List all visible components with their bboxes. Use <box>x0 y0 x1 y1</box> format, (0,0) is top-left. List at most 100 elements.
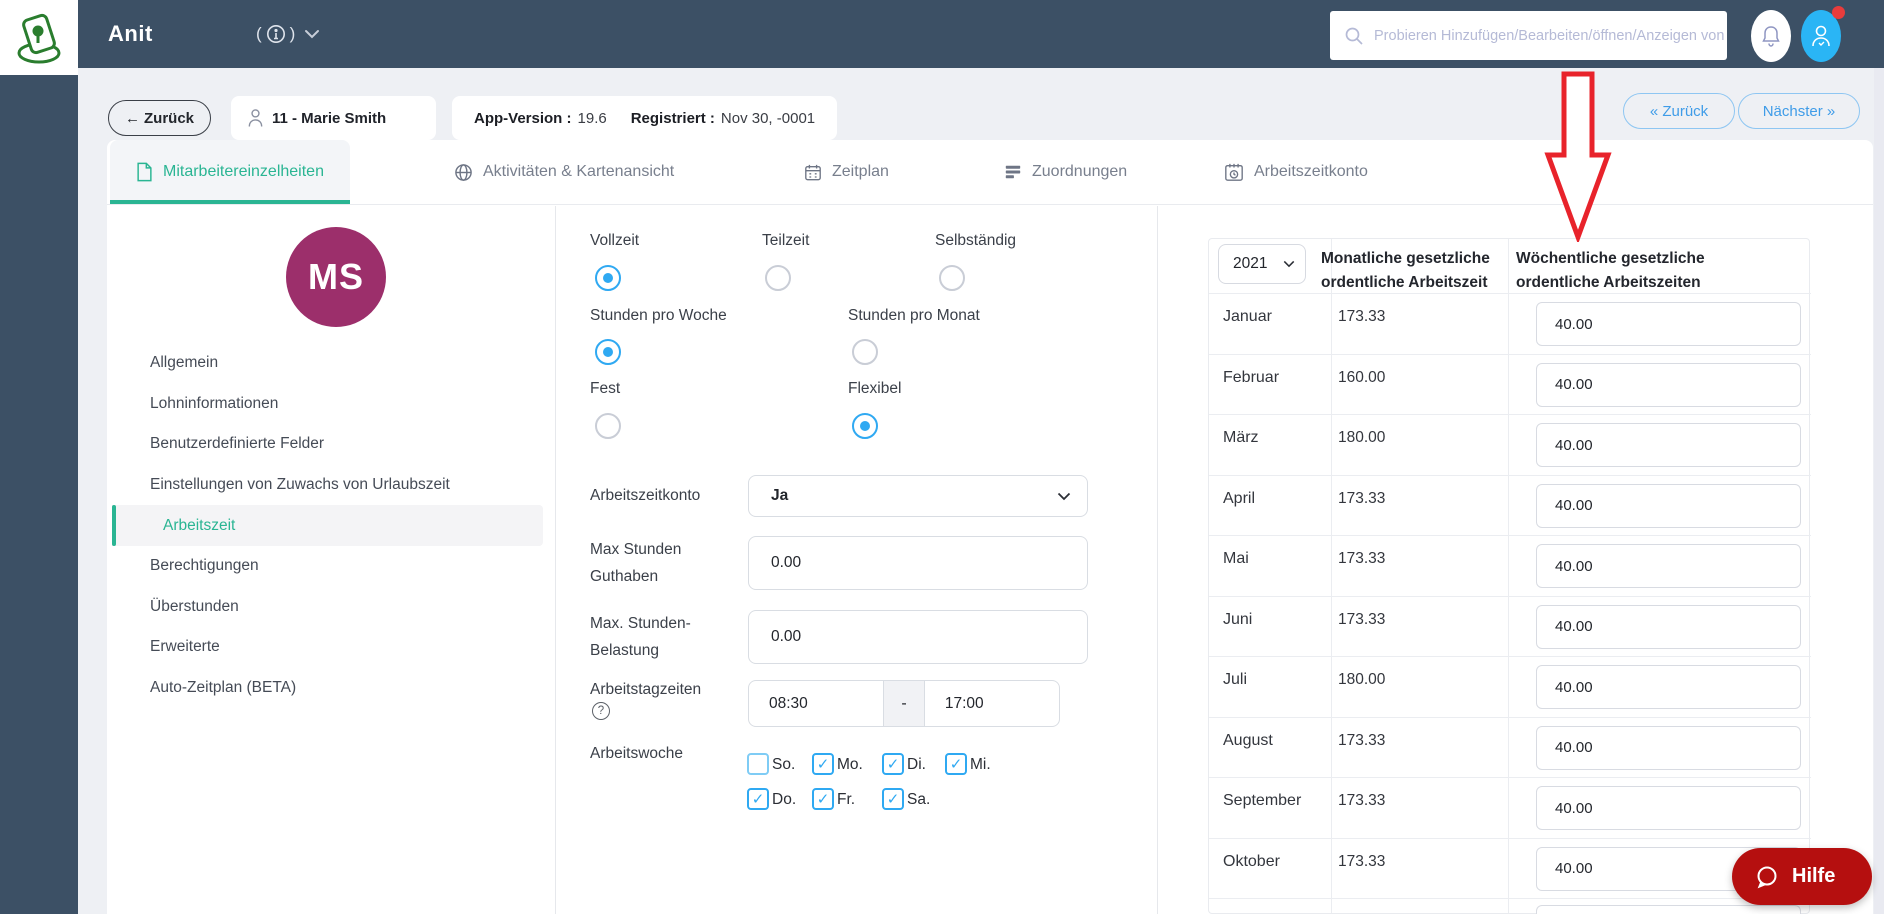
max-belastung-label: Max. Stunden-Belastung <box>590 615 691 659</box>
weekly-hours-input[interactable]: 40.00 <box>1536 362 1801 407</box>
weekly-hours-input[interactable]: 40.00 <box>1536 483 1801 528</box>
fest-radio[interactable] <box>595 413 621 439</box>
weekly-hours-input[interactable]: 40.00 <box>1536 302 1801 346</box>
table-row: September 173.33 40.00 <box>1209 777 1811 838</box>
checkbox-do[interactable] <box>747 788 769 810</box>
arbeitszeitkonto-select[interactable]: Ja <box>748 475 1088 517</box>
notifications-button[interactable] <box>1751 10 1791 62</box>
table-row: Juni 173.33 40.00 <box>1209 595 1811 657</box>
monthly-hours-value: 180.00 <box>1338 671 1386 688</box>
stunden-pro-woche-radio[interactable] <box>595 339 621 365</box>
page-scrollbar[interactable] <box>1874 68 1884 914</box>
table-row: Oktober 173.33 40.00 <box>1209 837 1811 899</box>
menu-item-auto-zeitplan[interactable]: Auto-Zeitplan (BETA) <box>112 668 543 709</box>
weekly-hours-input[interactable]: 40.00 <box>1536 665 1801 709</box>
prev-employee-button[interactable]: « Zurück <box>1623 93 1735 129</box>
year-chevron-icon <box>1283 260 1295 268</box>
app-logo[interactable] <box>0 0 78 75</box>
weekly-hours-input[interactable]: 40.00 <box>1536 786 1801 830</box>
select-chevron-icon <box>1057 492 1071 500</box>
weekly-hours-header: Wöchentliche gesetzliche ordentliche Arb… <box>1516 250 1705 291</box>
vollzeit-label: Vollzeit <box>590 232 640 249</box>
worktime-table: 2021 Monatliche gesetzliche ordentliche … <box>1208 238 1811 914</box>
time-to-input[interactable]: 17:00 <box>925 681 1059 726</box>
monthly-hours-value: 173.33 <box>1338 308 1386 325</box>
employee-chip[interactable]: 11 - Marie Smith <box>231 96 436 140</box>
app-version-value: 19.6 <box>577 109 607 127</box>
monthly-hours-value: 173.33 <box>1338 731 1386 749</box>
weekly-hours-input[interactable] <box>1536 905 1801 914</box>
person-icon <box>248 109 263 127</box>
monthly-hours-value: 173.33 <box>1338 610 1386 628</box>
time-from-input[interactable]: 08:30 <box>749 681 883 726</box>
search-placeholder: Probieren Hinzufügen/Bearbeiten/öffnen/A… <box>1374 27 1725 44</box>
checkbox-fr[interactable] <box>812 788 834 810</box>
year-select[interactable]: 2021 <box>1218 244 1306 284</box>
max-guthaben-input[interactable]: 0.00 <box>748 536 1088 590</box>
currency-coin-icon[interactable]: ( ) <box>256 0 295 68</box>
teilzeit-radio[interactable] <box>765 265 791 291</box>
weekly-hours-input[interactable]: 40.00 <box>1536 725 1801 770</box>
menu-item-allgemein[interactable]: Allgemein <box>112 343 543 384</box>
checkbox-di[interactable] <box>882 753 904 775</box>
user-icon <box>1812 25 1830 47</box>
chat-bubble-icon <box>1757 866 1777 888</box>
tab-zuordnungen[interactable]: Zuordnungen <box>978 140 1153 204</box>
version-info-chip: App-Version : 19.6 Registriert : Nov 30,… <box>452 96 838 140</box>
menu-item-ueberstunden[interactable]: Überstunden <box>112 587 543 628</box>
fr-label: Fr. <box>837 791 856 808</box>
help-question-icon[interactable]: ? <box>592 702 610 720</box>
monthly-hours-value: 180.00 <box>1338 429 1386 446</box>
max-belastung-input[interactable]: 0.00 <box>748 610 1088 664</box>
menu-item-arbeitszeit[interactable]: Arbeitszeit <box>112 505 543 546</box>
flexibel-radio[interactable] <box>852 413 878 439</box>
checkbox-mi[interactable] <box>945 753 967 775</box>
table-row-partial <box>1209 898 1811 914</box>
selbstaendig-radio[interactable] <box>939 265 965 291</box>
time-separator: - <box>883 681 925 726</box>
back-button[interactable]: ← Zurück <box>108 100 212 136</box>
tab-aktivitaeten-kartenansicht[interactable]: Aktivitäten & Kartenansicht <box>428 140 700 204</box>
workday-times-group: 08:30 - 17:00 <box>748 680 1060 727</box>
time-account-icon <box>1225 163 1243 181</box>
table-row: August 173.33 40.00 <box>1209 716 1811 778</box>
checkbox-sa[interactable] <box>882 788 904 810</box>
registered-value: Nov 30, -0001 <box>720 109 816 127</box>
stunden-pro-monat-radio[interactable] <box>852 339 878 365</box>
menu-item-berechtigungen[interactable]: Berechtigungen <box>112 546 543 587</box>
tab-mitarbeitereinzelheiten[interactable]: Mitarbeitereinzelheiten <box>110 140 350 204</box>
arbeitszeitkonto-label: Arbeitszeitkonto <box>590 487 701 504</box>
month-label: März <box>1223 429 1259 446</box>
logo-icon <box>17 13 61 63</box>
checkbox-so[interactable] <box>747 753 769 775</box>
global-search-input[interactable]: Probieren Hinzufügen/Bearbeiten/öffnen/A… <box>1330 11 1727 60</box>
weekly-hours-input[interactable]: 40.00 <box>1536 423 1801 467</box>
employee-name: 11 - Marie Smith <box>272 109 387 127</box>
stunden-pro-woche-label: Stunden pro Woche <box>590 307 727 324</box>
month-label: August <box>1223 731 1273 749</box>
table-row: Juli 180.00 40.00 <box>1209 656 1811 717</box>
di-label: Di. <box>907 756 926 773</box>
red-annotation-arrow <box>1544 71 1612 242</box>
checkbox-mo[interactable] <box>812 753 834 775</box>
chevron-down-icon[interactable] <box>304 0 320 68</box>
vollzeit-radio[interactable] <box>595 265 621 291</box>
month-label: Juli <box>1223 671 1248 688</box>
tab-arbeitszeitkonto[interactable]: Arbeitszeitkonto <box>1198 140 1394 204</box>
sa-label: Sa. <box>907 791 931 808</box>
help-button[interactable]: Hilfe <box>1732 848 1872 905</box>
monthly-hours-header: Monatliche gesetzliche ordentliche Arbei… <box>1321 250 1490 291</box>
do-label: Do. <box>772 791 797 808</box>
menu-item-erweiterte[interactable]: Erweiterte <box>112 627 543 668</box>
bell-icon <box>1762 26 1780 47</box>
arbeitswoche-label: Arbeitswoche <box>590 745 684 762</box>
weekly-hours-input[interactable]: 40.00 <box>1536 604 1801 649</box>
menu-item-benutzerdefinierte-felder[interactable]: Benutzerdefinierte Felder <box>112 424 543 465</box>
tab-zeitplan[interactable]: Zeitplan <box>778 140 915 204</box>
search-icon <box>1345 27 1363 45</box>
menu-item-lohninformationen[interactable]: Lohninformationen <box>112 384 543 425</box>
table-row: Februar 160.00 40.00 <box>1209 353 1811 415</box>
next-employee-button[interactable]: Nächster » <box>1738 93 1860 129</box>
menu-item-urlaubszeit-zuwachs[interactable]: Einstellungen von Zuwachs von Urlaubszei… <box>112 465 543 506</box>
weekly-hours-input[interactable]: 40.00 <box>1536 544 1801 588</box>
